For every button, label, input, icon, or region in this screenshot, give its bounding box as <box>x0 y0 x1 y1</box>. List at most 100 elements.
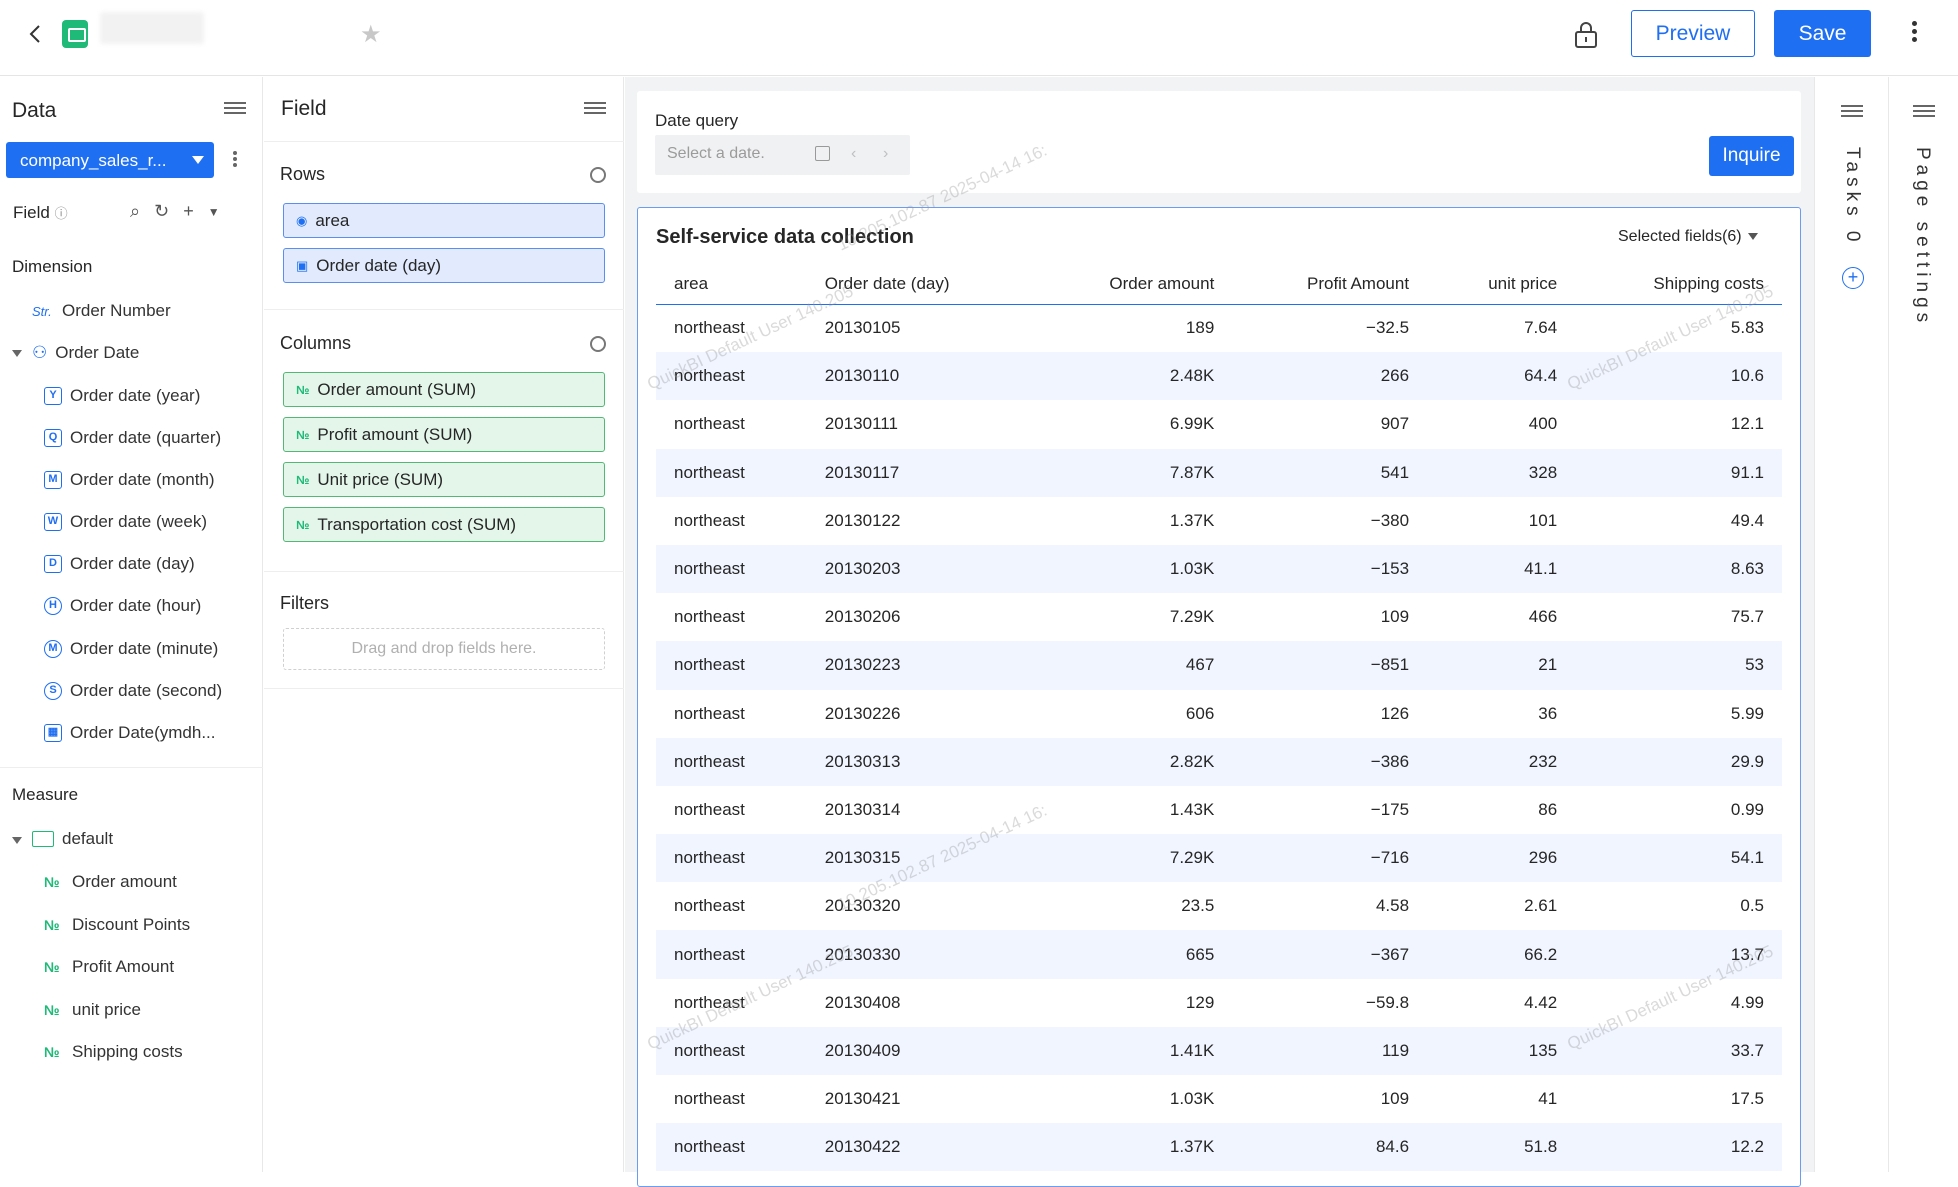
measure-item[interactable]: № Discount Points <box>44 915 190 935</box>
rows-settings-gear-icon[interactable] <box>590 167 606 183</box>
tasks-label[interactable]: Tasks 0 <box>1841 147 1863 246</box>
quarter-icon: Q <box>44 429 62 447</box>
date-picker-input[interactable]: Select a date. ‹ › <box>655 135 910 175</box>
folder-icon <box>32 831 54 847</box>
collapse-tasks-icon[interactable] <box>1841 102 1863 120</box>
dataset-more-icon[interactable] <box>232 149 238 171</box>
dimension-item[interactable]: H Order date (hour) <box>44 596 201 616</box>
table-row[interactable]: northeast 20130409 1.41K 119 135 33.7 <box>656 1026 1782 1075</box>
field-menu-chevron-icon[interactable]: ▼ <box>208 205 220 219</box>
table-title: Self-service data collection <box>656 226 914 248</box>
week-icon: W <box>44 513 62 531</box>
table-cell: 400 <box>1528 414 1558 434</box>
table-row[interactable]: northeast 20130421 1.03K 109 41 17.5 <box>656 1075 1782 1123</box>
add-task-icon[interactable]: + <box>1842 267 1864 289</box>
expand-default-folder-icon[interactable] <box>12 837 22 844</box>
star-icon[interactable]: ★ <box>360 20 382 49</box>
save-button[interactable]: Save <box>1774 10 1871 57</box>
table-row[interactable]: northeast 20130226 606 126 36 5.99 <box>656 690 1782 738</box>
measure-item[interactable]: № Order amount <box>44 872 177 892</box>
column-field-pill[interactable]: № Profit amount (SUM) <box>283 417 605 452</box>
column-field-pill[interactable]: № Unit price (SUM) <box>283 462 605 497</box>
rows-label: Rows <box>280 164 326 184</box>
data-panel: Data company_sales_r... Field ⓘ ⌕ ↻ + ▼ … <box>0 77 263 1172</box>
dataset-selector[interactable]: company_sales_r... <box>6 142 214 178</box>
table-row[interactable]: northeast 20130330 665 −367 66.2 13.7 <box>656 930 1782 979</box>
next-date-icon[interactable]: › <box>883 145 888 163</box>
table-cell: 5.83 <box>1730 318 1764 338</box>
collapse-page-settings-icon[interactable] <box>1913 102 1935 120</box>
table-row[interactable]: northeast 20130110 2.48K 266 64.4 10.6 <box>656 352 1782 401</box>
calendar-icon <box>815 146 830 161</box>
dimension-item[interactable]: Q Order date (quarter) <box>44 428 221 448</box>
column-header[interactable]: area <box>656 264 807 305</box>
report-title-blurred[interactable] <box>100 12 204 44</box>
column-field-pill[interactable]: № Order amount (SUM) <box>283 372 605 407</box>
dimension-item[interactable]: S Order date (second) <box>44 681 222 701</box>
table-row[interactable]: northeast 20130408 129 −59.8 4.42 4.99 <box>656 979 1782 1027</box>
prev-date-icon[interactable]: ‹ <box>851 145 856 163</box>
table-cell: 20130313 <box>806 737 1034 786</box>
selected-fields-dropdown[interactable]: Selected fields(6) <box>1618 228 1758 246</box>
inquire-button[interactable]: Inquire <box>1709 136 1794 176</box>
measure-item[interactable]: № Shipping costs <box>44 1042 183 1062</box>
dimension-item[interactable]: ▦ Order Date(ymdh... <box>44 723 216 743</box>
preview-button[interactable]: Preview <box>1631 10 1755 57</box>
search-icon[interactable]: ⌕ <box>130 201 140 222</box>
table-row[interactable]: northeast 20130422 1.37K 84.6 51.8 12.2 <box>656 1123 1782 1172</box>
collapse-data-panel-icon[interactable] <box>224 99 246 117</box>
table-cell: 7.87K <box>1033 448 1233 497</box>
table-row[interactable]: northeast 20130117 7.87K 541 328 91.1 <box>656 448 1782 497</box>
dimension-item[interactable]: M Order date (minute) <box>44 639 218 659</box>
table-row[interactable]: northeast 20130320 23.5 4.58 2.61 0.5 <box>656 882 1782 930</box>
table-row[interactable]: northeast 20130203 1.03K −153 41.1 8.63 <box>656 544 1782 594</box>
table-cell: 129 <box>1185 992 1215 1012</box>
dimension-item[interactable]: Str. Order Number <box>32 301 171 321</box>
field-panel-title: Field <box>281 97 327 120</box>
table-row[interactable]: northeast 20130313 2.82K −386 232 29.9 <box>656 737 1782 786</box>
row-field-pill[interactable]: ◉ area <box>283 203 605 238</box>
table-row[interactable]: northeast 20130223 467 −851 21 53 <box>656 641 1782 690</box>
back-arrow-icon[interactable] <box>24 22 48 46</box>
table-row[interactable]: northeast 20130314 1.43K −175 86 0.99 <box>656 786 1782 834</box>
column-field-pill[interactable]: № Transportation cost (SUM) <box>283 507 605 542</box>
column-header[interactable]: Order amount <box>1033 264 1233 305</box>
table-cell: northeast <box>674 703 745 723</box>
dimension-item[interactable]: ⚇ Order Date <box>32 343 139 363</box>
table-cell: 20130315 <box>806 834 1034 883</box>
row-field-pill[interactable]: ▣ Order date (day) <box>283 248 605 283</box>
table-cell: 189 <box>1185 318 1215 338</box>
page-settings-label[interactable]: Page settings <box>1911 147 1933 327</box>
column-header[interactable]: unit price <box>1427 264 1576 305</box>
table-row[interactable]: northeast 20130105 189 −32.5 7.64 5.83 <box>656 304 1782 352</box>
expand-order-date-icon[interactable] <box>12 350 22 357</box>
lock-icon[interactable] <box>1572 20 1600 50</box>
more-menu-icon[interactable] <box>1908 18 1920 50</box>
measure-item[interactable]: № unit price <box>44 1000 141 1020</box>
dimension-item[interactable]: Y Order date (year) <box>44 386 200 406</box>
measure-folder[interactable]: default <box>32 829 113 849</box>
columns-label: Columns <box>280 333 352 353</box>
dimension-item[interactable]: W Order date (week) <box>44 512 207 532</box>
table-cell: 7.29K <box>1033 834 1233 883</box>
collapse-field-panel-icon[interactable] <box>584 99 606 117</box>
add-icon[interactable]: + <box>183 201 194 222</box>
column-header[interactable]: Profit Amount <box>1232 264 1428 305</box>
field-panel: Field Rows ◉ area ▣ Order date (day) Colum… <box>264 77 624 1172</box>
measure-item[interactable]: № Profit Amount <box>44 957 174 977</box>
table-row[interactable]: northeast 20130206 7.29K 109 466 75.7 <box>656 593 1782 641</box>
column-header[interactable]: Shipping costs <box>1575 264 1782 305</box>
table-row[interactable]: northeast 20130122 1.37K −380 101 49.4 <box>656 497 1782 545</box>
table-row[interactable]: northeast 20130111 6.99K 907 400 12.1 <box>656 400 1782 448</box>
dimension-item[interactable]: D Order date (day) <box>44 554 195 574</box>
dimension-item[interactable]: M Order date (month) <box>44 470 215 490</box>
column-header[interactable]: Order date (day) <box>806 264 1034 305</box>
refresh-icon[interactable]: ↻ <box>154 201 169 222</box>
filters-drop-zone[interactable]: Drag and drop fields here. <box>283 628 605 670</box>
table-row[interactable]: northeast 20130315 7.29K −716 296 54.1 <box>656 834 1782 883</box>
table-cell: −367 <box>1232 930 1428 979</box>
table-cell: 1.37K <box>1169 510 1215 530</box>
top-bar: ★ Preview Save <box>0 0 1958 76</box>
columns-settings-gear-icon[interactable] <box>590 336 606 352</box>
data-panel-title: Data <box>12 99 57 122</box>
